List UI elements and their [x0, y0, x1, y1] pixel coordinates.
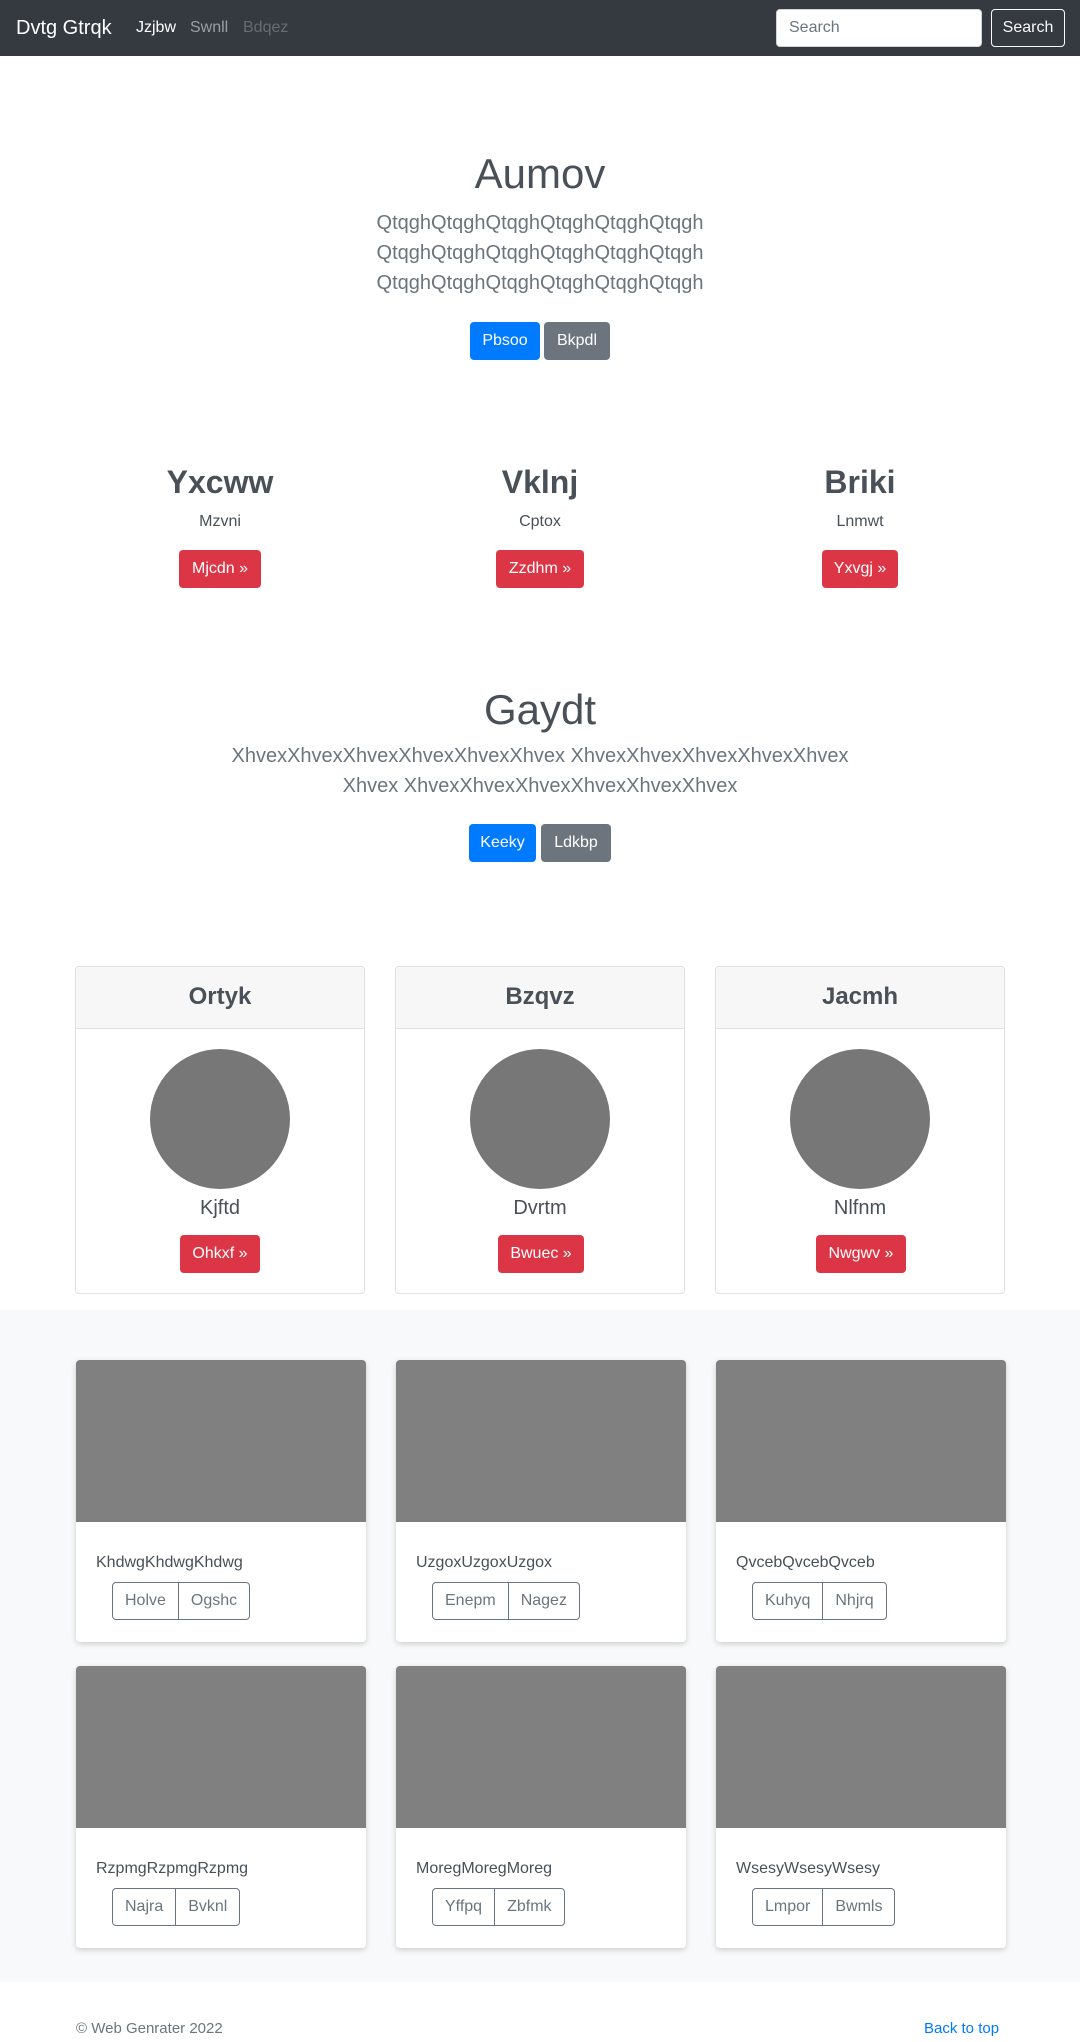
thumbnail-image [716, 1666, 1006, 1828]
profile-card-1: Ortyk Kjftd Ohkxf » [75, 966, 365, 1294]
nav-link-1[interactable]: Jzjbw [136, 18, 176, 38]
album-card-button-1[interactable]: Enepm [433, 1583, 508, 1619]
album-card-5: MoregMoregMoreg Yffpq Zbfmk [396, 1666, 686, 1948]
album-card-1: KhdwgKhdwgKhdwg Holve Ogshc [76, 1360, 366, 1642]
album-card-button-2[interactable]: Nhjrq [822, 1583, 885, 1619]
feature-button-2[interactable]: Zzdhm » [496, 550, 584, 588]
album-card-button-1[interactable]: Najra [113, 1889, 175, 1925]
thumbnail-image [76, 1360, 366, 1522]
album-card-3: QvcebQvcebQvceb Kuhyq Nhjrq [716, 1360, 1006, 1642]
feature-title-2: Vklnj [501, 464, 579, 500]
album-card-button-group: Najra Bvknl [112, 1888, 241, 1926]
feature-button-3[interactable]: Yxvgj » [822, 550, 898, 588]
profile-card-button[interactable]: Nwgwv » [816, 1235, 906, 1273]
album-card-2: UzgoxUzgoxUzgox Enepm Nagez [396, 1360, 686, 1642]
nav-link-2[interactable]: Swnll [190, 18, 228, 38]
album-card-6: WsesyWsesyWsesy Lmpor Bwmls [716, 1666, 1006, 1948]
album-card-button-group: Yffpq Zbfmk [432, 1888, 565, 1926]
section2-primary-button[interactable]: Keeky [469, 824, 536, 862]
album-card-button-2[interactable]: Nagez [507, 1583, 579, 1619]
album-card-button-group: Enepm Nagez [432, 1582, 580, 1620]
album-card-button-group: Lmpor Bwmls [752, 1888, 896, 1926]
section2-title: Gaydt [483, 686, 597, 733]
album-card-text: MoregMoregMoreg [416, 1860, 553, 1877]
search-input[interactable] [776, 9, 982, 47]
search-button[interactable]: Search [991, 9, 1065, 47]
hero-title: Aumov [474, 150, 606, 197]
profile-card-name: Kjftd [199, 1197, 241, 1219]
album-card-text: WsesyWsesyWsesy [736, 1860, 880, 1877]
profile-card-header: Jacmh [716, 967, 1004, 1029]
feature-subtitle-3: Lnmwt [836, 513, 884, 530]
album-card-button-1[interactable]: Yffpq [433, 1889, 494, 1925]
section2-secondary-button[interactable]: Ldkbp [541, 824, 611, 862]
feature-subtitle-2: Cptox [519, 513, 561, 530]
album-card-button-2[interactable]: Bwmls [822, 1889, 894, 1925]
feature-title-3: Briki [824, 464, 896, 500]
avatar [470, 1049, 610, 1189]
album-card-button-1[interactable]: Lmpor [753, 1889, 822, 1925]
album-card-4: RzpmgRzpmgRzpmg Najra Bvknl [76, 1666, 366, 1948]
profile-card-2: Bzqvz Dvrtm Bwuec » [395, 966, 685, 1294]
album-card-button-2[interactable]: Bvknl [175, 1889, 239, 1925]
album-card-text: KhdwgKhdwgKhdwg [96, 1554, 243, 1571]
album-card-button-2[interactable]: Ogshc [177, 1583, 249, 1619]
nav-link-3-disabled: Bdqez [243, 19, 289, 36]
profile-card-header: Bzqvz [396, 967, 684, 1029]
thumbnail-image [396, 1360, 686, 1522]
back-to-top-link[interactable]: Back to top [924, 2020, 999, 2037]
album-card-text: RzpmgRzpmgRzpmg [96, 1860, 249, 1877]
profile-card-button[interactable]: Ohkxf » [180, 1235, 260, 1273]
feature-title-1: Yxcww [166, 464, 274, 500]
footer-copyright: © Web Genrater 2022 [76, 2020, 223, 2037]
album-card-button-group: Holve Ogshc [112, 1582, 251, 1620]
avatar [790, 1049, 930, 1189]
navbar-brand[interactable]: Dvtg Gtrqk [16, 14, 112, 42]
thumbnail-image [76, 1666, 366, 1828]
profile-card-name: Nlfnm [833, 1197, 887, 1219]
profile-card-name: Dvrtm [513, 1197, 567, 1219]
hero-primary-button[interactable]: Pbsoo [470, 322, 540, 360]
album-card-button-1[interactable]: Kuhyq [753, 1583, 822, 1619]
profile-card-button[interactable]: Bwuec » [498, 1235, 584, 1273]
hero-secondary-button[interactable]: Bkpdl [544, 322, 610, 360]
album-card-button-2[interactable]: Zbfmk [494, 1889, 563, 1925]
album-card-button-1[interactable]: Holve [113, 1583, 178, 1619]
album-card-text: UzgoxUzgoxUzgox [416, 1554, 553, 1571]
profile-card-3: Jacmh Nlfnm Nwgwv » [715, 966, 1005, 1294]
album-card-text: QvcebQvcebQvceb [736, 1554, 875, 1571]
profile-card-header: Ortyk [76, 967, 364, 1029]
thumbnail-image [716, 1360, 1006, 1522]
album-section: KhdwgKhdwgKhdwg Holve Ogshc UzgoxUzgoxUz… [0, 1310, 1080, 1982]
feature-subtitle-1: Mzvni [199, 513, 241, 530]
section2-lead: XhvexXhvexXhvexXhvexXhvexXhvex XhvexXhve… [231, 745, 849, 797]
feature-button-1[interactable]: Mjcdn » [179, 550, 261, 588]
avatar [150, 1049, 290, 1189]
hero-lead: QtqghQtqghQtqghQtqghQtqghQtqgh QtqghQtqg… [376, 212, 704, 294]
album-card-button-group: Kuhyq Nhjrq [752, 1582, 887, 1620]
thumbnail-image [396, 1666, 686, 1828]
navbar: Dvtg Gtrqk Jzjbw Swnll Bdqez Search [0, 0, 1080, 56]
